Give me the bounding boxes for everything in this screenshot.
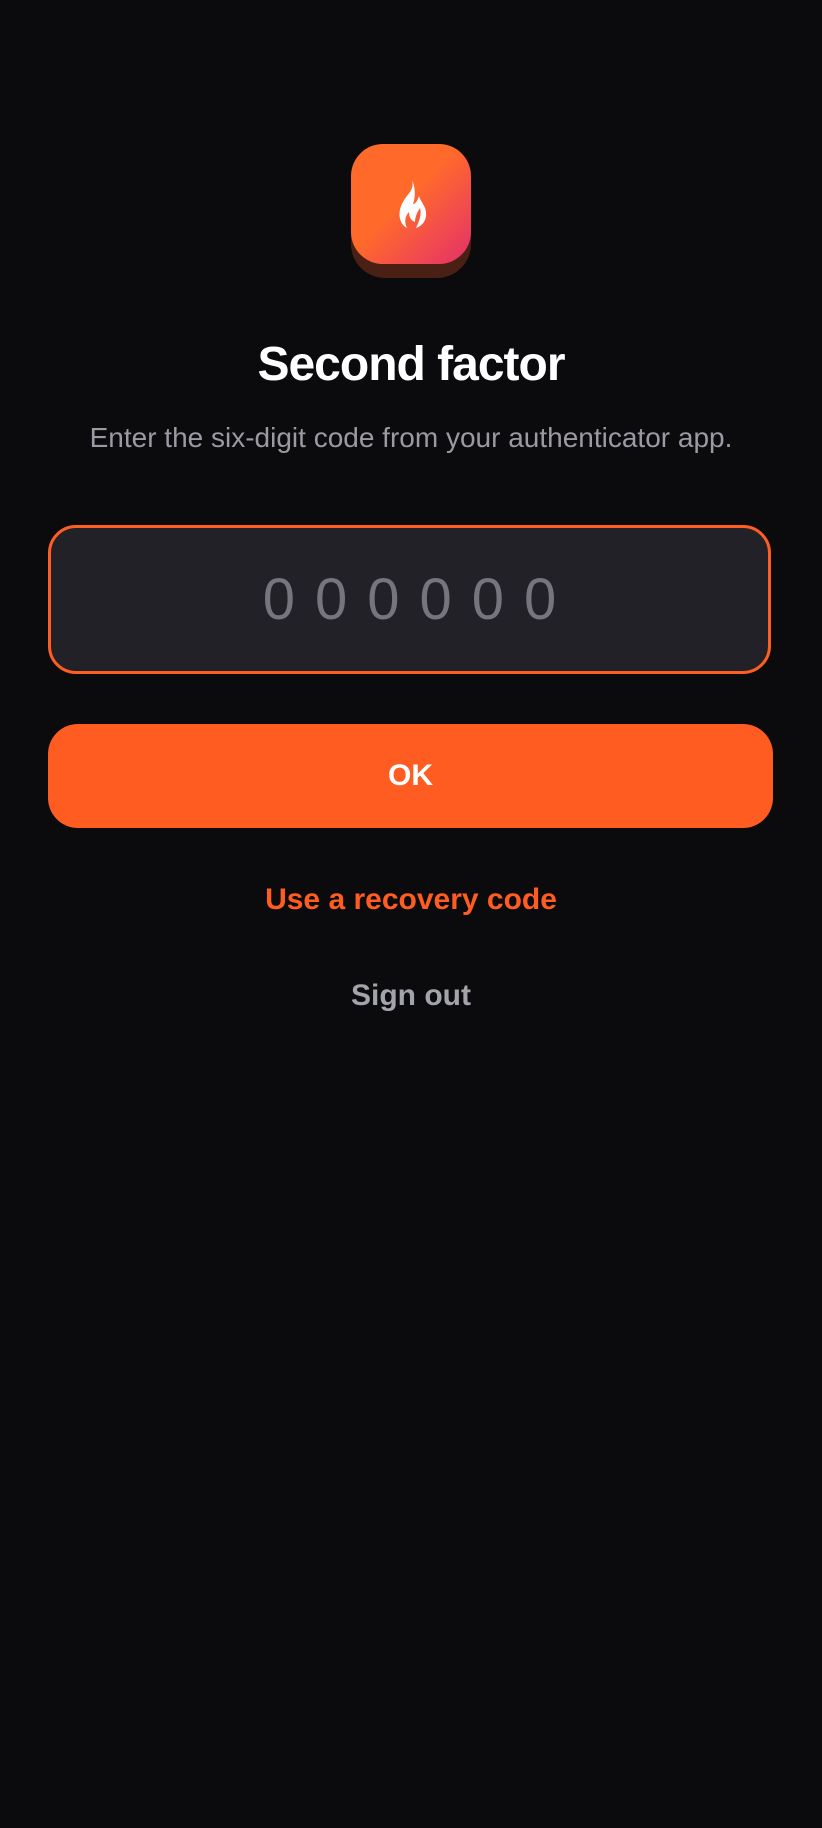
use-recovery-code-link[interactable]: Use a recovery code	[0, 880, 822, 920]
app-logo-tile	[351, 144, 471, 264]
flame-icon	[399, 180, 427, 228]
app-logo	[351, 144, 471, 278]
sign-out-link[interactable]: Sign out	[0, 976, 822, 1016]
ok-button[interactable]: OK	[48, 724, 773, 828]
page-subtitle: Enter the six-digit code from your authe…	[89, 422, 733, 453]
page-title: Second factor	[257, 338, 565, 391]
verification-code-input[interactable]	[48, 525, 771, 674]
